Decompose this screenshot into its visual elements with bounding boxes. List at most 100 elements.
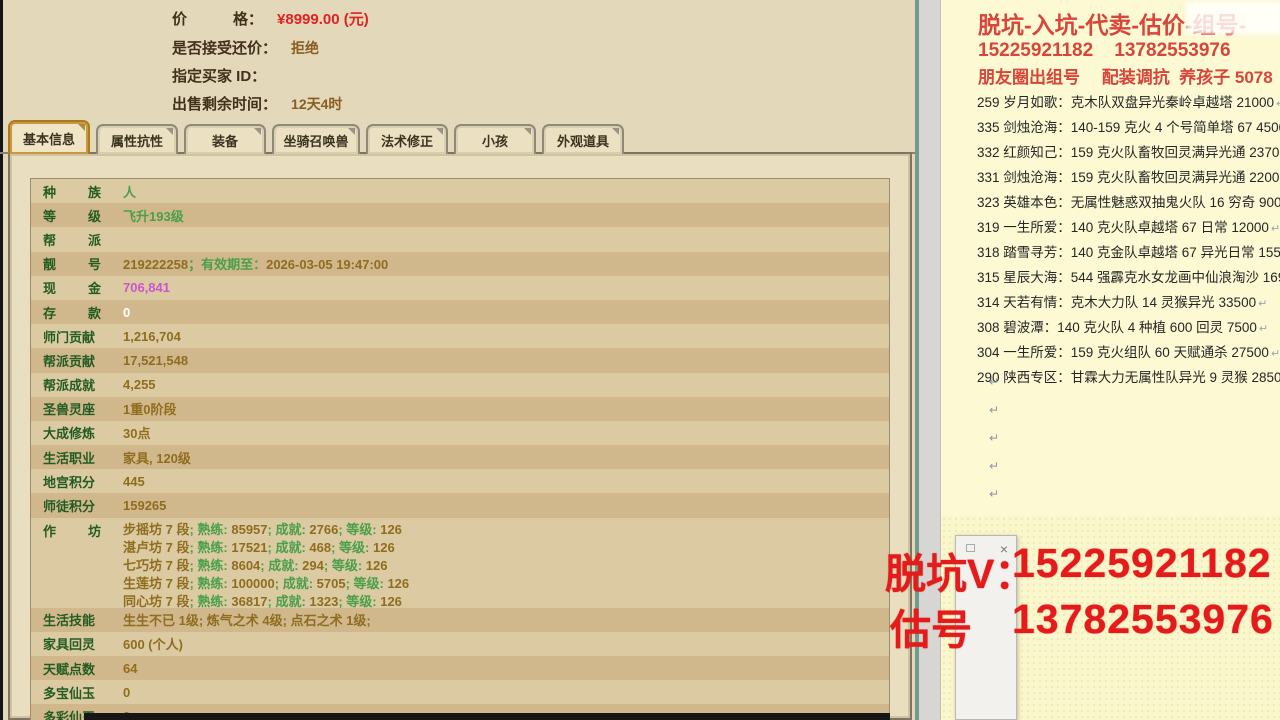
row-value: 64	[123, 661, 137, 676]
window-left-edge	[0, 0, 3, 720]
row-value: 生生不已 1级; 炼气之术 4级; 点石之术 1级;	[123, 610, 371, 629]
row-label: 圣兽灵座	[43, 402, 96, 418]
table-row: 存款 0	[31, 299, 889, 325]
row-label: 师徒积分	[43, 499, 96, 515]
tab-基本信息[interactable]: 基本信息	[8, 120, 90, 154]
stat-value: 2766	[309, 521, 339, 537]
table-row: 种族 人	[31, 179, 889, 204]
value-part: 0	[123, 684, 131, 700]
listing-line: 259 岁月如歌：克木队双盘异光秦岭卓越塔 21000↵	[977, 90, 1280, 115]
table-row: 帮派成就 4,255	[31, 372, 889, 397]
stat-value: 126	[380, 593, 402, 609]
workshop-name: 生莲坊 7 段	[123, 575, 190, 591]
paragraph-mark: ↵	[989, 459, 1000, 473]
row-value: 0	[123, 305, 130, 320]
table-row: 靓号 219222258；有效期至：2026-03-05 19:47:00	[31, 251, 889, 276]
sale-row-label: 是否接受还价	[172, 40, 263, 57]
sale-row: 价格： ¥8999.00 (元)	[172, 8, 369, 36]
listing-text: 335 剑烛沧海：140-159 克火 4 个号简单塔 67 4500	[977, 120, 1280, 135]
table-row: 帮派	[31, 227, 889, 252]
stat-value: 126	[365, 557, 388, 573]
row-label: 生活技能	[43, 613, 96, 629]
value-part: 家具, 120级	[123, 450, 191, 466]
workshop-name: 湛卢坊 7 段	[123, 539, 190, 555]
line-end-mark: ↵	[1276, 98, 1280, 110]
stat-value: 8604	[231, 557, 261, 573]
listing-text: 332 红颜知己：159 克火队畜牧回灵满异光通 23700	[977, 145, 1280, 160]
table-row: 天赋点数 64	[31, 656, 889, 681]
stat-value: 36817	[231, 593, 268, 609]
stat-label: ; 成就:	[267, 593, 310, 609]
listing-text: 315 星辰大海：544 强霹克水女龙画中仙浪淘沙 169000	[977, 270, 1280, 285]
value-part: 159265	[123, 498, 167, 514]
workshop-name: 七巧坊 7 段	[123, 557, 190, 573]
stat-label: ; 熟练:	[189, 575, 232, 591]
tab-属性抗性[interactable]: 属性抗性	[96, 124, 178, 154]
listing-line: 335 剑烛沧海：140-159 克火 4 个号简单塔 67 4500↵	[977, 115, 1280, 140]
page-fold-icon	[78, 124, 85, 131]
value-part: 1,216,704	[123, 328, 181, 344]
listing-text: 331 剑烛沧海：159 克火队畜牧回灵满异光通 22000	[977, 170, 1280, 185]
value-part: 1重0阶段	[123, 402, 177, 418]
listing-line: 314 天若有情：克木大力队 14 灵猴异光 33500 ↵	[977, 290, 1280, 315]
tab-label: 法术修正	[380, 133, 433, 149]
tab-坐骑召唤兽[interactable]: 坐骑召唤兽	[272, 124, 360, 154]
listing-line: 290 陕西专区：甘霖大力无属性队异光 9 灵猴 28500↵	[977, 365, 1280, 390]
table-row: 家具回灵 600 (个人)	[31, 631, 889, 656]
stat-label: ; 熟练:	[189, 593, 232, 609]
row-label: 大成修炼	[43, 426, 96, 442]
paragraph-mark: ↵	[989, 431, 1000, 445]
row-label: 帮派贡献	[43, 353, 96, 369]
row-value: 人	[123, 182, 136, 201]
row-label: 帮派成就	[43, 378, 96, 394]
stat-label: ; 熟练:	[189, 521, 232, 537]
table-row: 作坊 步摇坊 7 段; 熟练: 85957; 成就: 2766; 等级: 126 湛…	[31, 517, 889, 611]
sale-info: 价格： ¥8999.00 (元) 是否接受还价： 拒绝 指定买家 ID： 出售剩余时间： 1…	[172, 8, 369, 120]
row-label: 师门贡献	[43, 329, 96, 345]
line-end-mark: ↵	[1270, 348, 1280, 360]
table-row: 现金 706,841	[31, 275, 889, 300]
stat-value: 126	[380, 521, 402, 537]
tab-装备[interactable]: 装备	[184, 124, 266, 154]
row-value: 4,255	[123, 377, 156, 392]
row-label: 等级	[43, 208, 101, 224]
tab-label: 小孩	[481, 133, 508, 149]
paragraph-mark: ↵	[989, 403, 1000, 417]
sale-row-label: 指定买家 ID	[172, 68, 252, 85]
stat-label: ; 成就:	[260, 557, 303, 573]
row-label: 作坊	[43, 523, 101, 539]
row-value: 步摇坊 7 段; 熟练: 85957; 成就: 2766; 等级: 126 湛卢坊…	[123, 521, 409, 611]
sale-row-colon: ：	[248, 11, 264, 28]
paragraph-marks: ↵ ↵ ↵ ↵ ↵	[989, 368, 999, 508]
sale-row-value: 12天4时	[291, 96, 343, 112]
seller-services: 朋友圈出组号 配装调抗 养孩子 5078	[978, 68, 1273, 87]
page-fold-icon	[254, 128, 261, 135]
row-label: 家具回灵	[43, 637, 96, 653]
tab-外观道具[interactable]: 外观道具	[542, 124, 624, 154]
overlay-wechat-number: 15225921182	[1012, 540, 1272, 586]
stat-label: ; 等级:	[323, 557, 366, 573]
row-value: 600 (个人)	[123, 634, 183, 653]
tab-法术修正[interactable]: 法术修正	[366, 124, 448, 154]
table-row: 师门贡献 1,216,704	[31, 324, 889, 349]
listing-text: 318 踏雪寻芳：140 克金队卓越塔 67 异光日常 15500	[977, 245, 1280, 260]
listing-text: 304 一生所爱：159 克火组队 60 天赋通杀 27500	[977, 345, 1269, 360]
tab-小孩[interactable]: 小孩	[454, 124, 536, 154]
row-value: 17,521,548	[123, 353, 188, 368]
listing-text: 290 陕西专区：甘霖大力无属性队异光 9 灵猴 28500	[977, 370, 1280, 385]
listing-text: 319 一生所爱：140 克火队卓越塔 67 日常 12000	[977, 220, 1269, 235]
line-end-mark: ↵	[1258, 298, 1268, 310]
row-value: 219222258；有效期至：2026-03-05 19:47:00	[123, 254, 388, 273]
sale-row-colon: ：	[262, 40, 278, 57]
stat-label: ; 成就:	[267, 521, 310, 537]
row-label: 现金	[43, 281, 101, 297]
stat-value: 100000	[231, 575, 275, 591]
listing-text: 323 英雄本色：无属性魅惑双抽鬼火队 16 穷奇 90000	[977, 195, 1280, 210]
workshop-name: 同心坊 7 段	[123, 593, 190, 609]
listing-text: 308 碧波潭：140 克火队 4 种植 600 回灵 7500	[977, 320, 1257, 335]
row-value: 159265	[123, 498, 166, 513]
stat-label: ; 等级:	[331, 539, 373, 555]
listing-line: 304 一生所爱：159 克火组队 60 天赋通杀 27500 ↵	[977, 340, 1280, 365]
stat-label: ; 成就:	[267, 539, 310, 555]
page-fold-icon	[612, 128, 619, 135]
